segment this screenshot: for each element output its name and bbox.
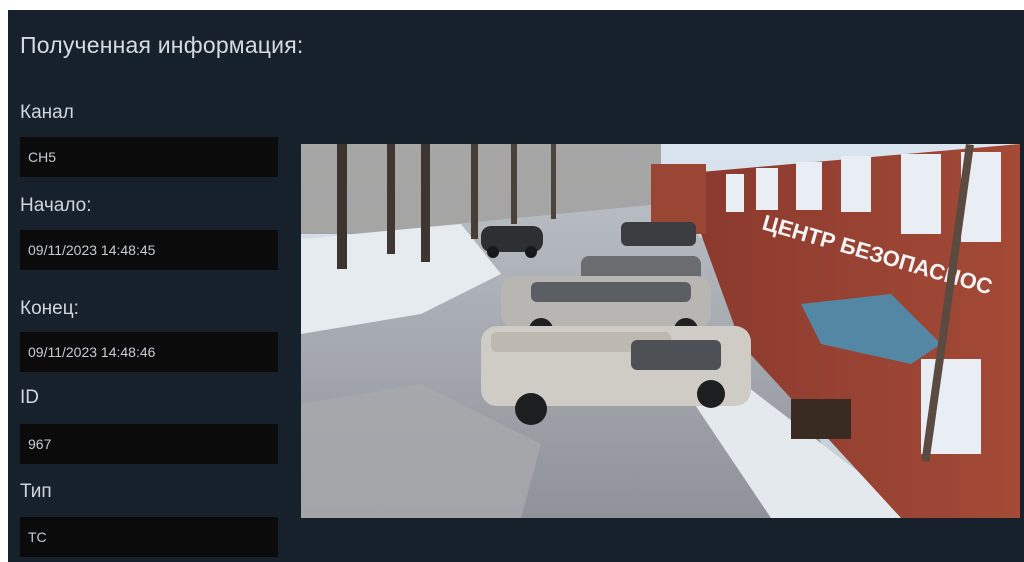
tree-trunk: [471, 144, 478, 239]
tree-trunk: [511, 144, 517, 224]
start-time-field: 09/11/2023 14:48:45: [20, 230, 278, 270]
tree-trunk: [551, 144, 556, 219]
channel-label: Канал: [20, 102, 74, 123]
panel-title: Полученная информация:: [20, 32, 304, 58]
id-label: ID: [20, 387, 39, 408]
tree-trunk: [337, 144, 347, 269]
channel-value: CH5: [28, 149, 57, 165]
start-time-value: 09/11/2023 14:48:45: [28, 242, 156, 258]
entrance-steps: [791, 399, 851, 439]
tree-trunk: [421, 144, 430, 262]
type-value: ТС: [28, 529, 47, 545]
type-field: ТС: [20, 517, 278, 557]
event-info-panel: Полученная информация: Канал CH5 Начало:…: [8, 10, 1024, 562]
camera-snapshot[interactable]: ЦЕНТР БЕЗОПАСНОС: [301, 144, 1020, 518]
end-label: Конец:: [20, 298, 79, 319]
tree-trunk: [387, 144, 395, 254]
end-time-value: 09/11/2023 14:48:46: [28, 344, 156, 360]
channel-field: CH5: [20, 137, 278, 177]
start-label: Начало:: [20, 195, 92, 216]
id-field: 967: [20, 424, 278, 464]
end-time-field: 09/11/2023 14:48:46: [20, 332, 278, 372]
type-label: Тип: [20, 481, 52, 502]
id-value: 967: [28, 436, 52, 452]
